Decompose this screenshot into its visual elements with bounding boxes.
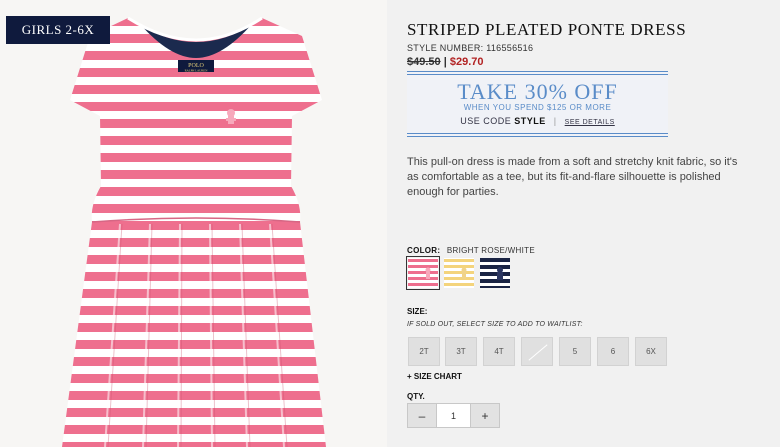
size-option-4t[interactable]: 4T — [483, 337, 515, 366]
size-option-5[interactable]: 5 — [559, 337, 591, 366]
size-option-unavailable[interactable] — [521, 337, 553, 366]
quantity-label: QTY. — [407, 392, 425, 401]
quantity-increase-button[interactable]: + — [471, 404, 499, 427]
promo-headline: TAKE 30% OFF — [457, 79, 618, 104]
price-separator: | — [443, 56, 447, 68]
product-image[interactable]: POLO RALPH LAUREN — [0, 0, 387, 447]
swatch-bright-rose-white[interactable] — [406, 256, 440, 290]
price: $49.50 | $29.70 — [407, 56, 484, 68]
product-details: STRIPED PLEATED PONTE DRESS STYLE NUMBER… — [387, 0, 780, 447]
style-number: STYLE NUMBER: 116556516 — [407, 43, 534, 53]
promo-divider: | — [553, 116, 557, 126]
swatch-navy-white[interactable] — [480, 258, 510, 288]
svg-text:RALPH LAUREN: RALPH LAUREN — [185, 69, 209, 73]
product-image-pane: GIRLS 2-6X POLO RALPH LAUREN — [0, 0, 387, 447]
size-option-3t[interactable]: 3T — [445, 337, 477, 366]
size-option-6[interactable]: 6 — [597, 337, 629, 366]
quantity-stepper: – 1 + — [407, 403, 500, 428]
color-label-title: COLOR: — [407, 246, 441, 255]
product-description: This pull-on dress is made from a soft a… — [407, 156, 738, 198]
size-waitlist-note: IF SOLD OUT, SELECT SIZE TO ADD TO WAITL… — [407, 321, 583, 328]
color-label: COLOR: BRIGHT ROSE/WHITE — [407, 246, 535, 255]
size-chart-link[interactable]: + SIZE CHART — [407, 372, 462, 381]
size-option-6x[interactable]: 6X — [635, 337, 667, 366]
original-price: $49.50 — [407, 56, 441, 68]
size-label: SIZE: — [407, 307, 428, 316]
selected-color-name: BRIGHT ROSE/WHITE — [446, 246, 535, 255]
quantity-decrease-button[interactable]: – — [408, 404, 436, 427]
category-tag[interactable]: GIRLS 2-6X — [6, 16, 110, 44]
see-details-link[interactable]: SEE DETAILS — [565, 119, 615, 126]
promo-banner[interactable]: TAKE 30% OFF WHEN YOU SPEND $125 OR MORE… — [407, 71, 668, 137]
product-title: STRIPED PLEATED PONTE DRESS — [407, 20, 687, 39]
size-option-2t[interactable]: 2T — [408, 337, 440, 366]
sale-price: $29.70 — [449, 56, 484, 68]
brand-label: POLO RALPH LAUREN — [178, 60, 214, 73]
swatch-yellow-white[interactable] — [444, 258, 474, 288]
quantity-input[interactable]: 1 — [436, 404, 471, 427]
promo-code-prefix: USE CODE — [460, 116, 512, 126]
promo-code-line: USE CODE STYLE | SEE DETAILS — [407, 116, 668, 126]
promo-code: STYLE — [514, 116, 546, 126]
promo-subline: WHEN YOU SPEND $125 OR MORE — [463, 103, 612, 112]
